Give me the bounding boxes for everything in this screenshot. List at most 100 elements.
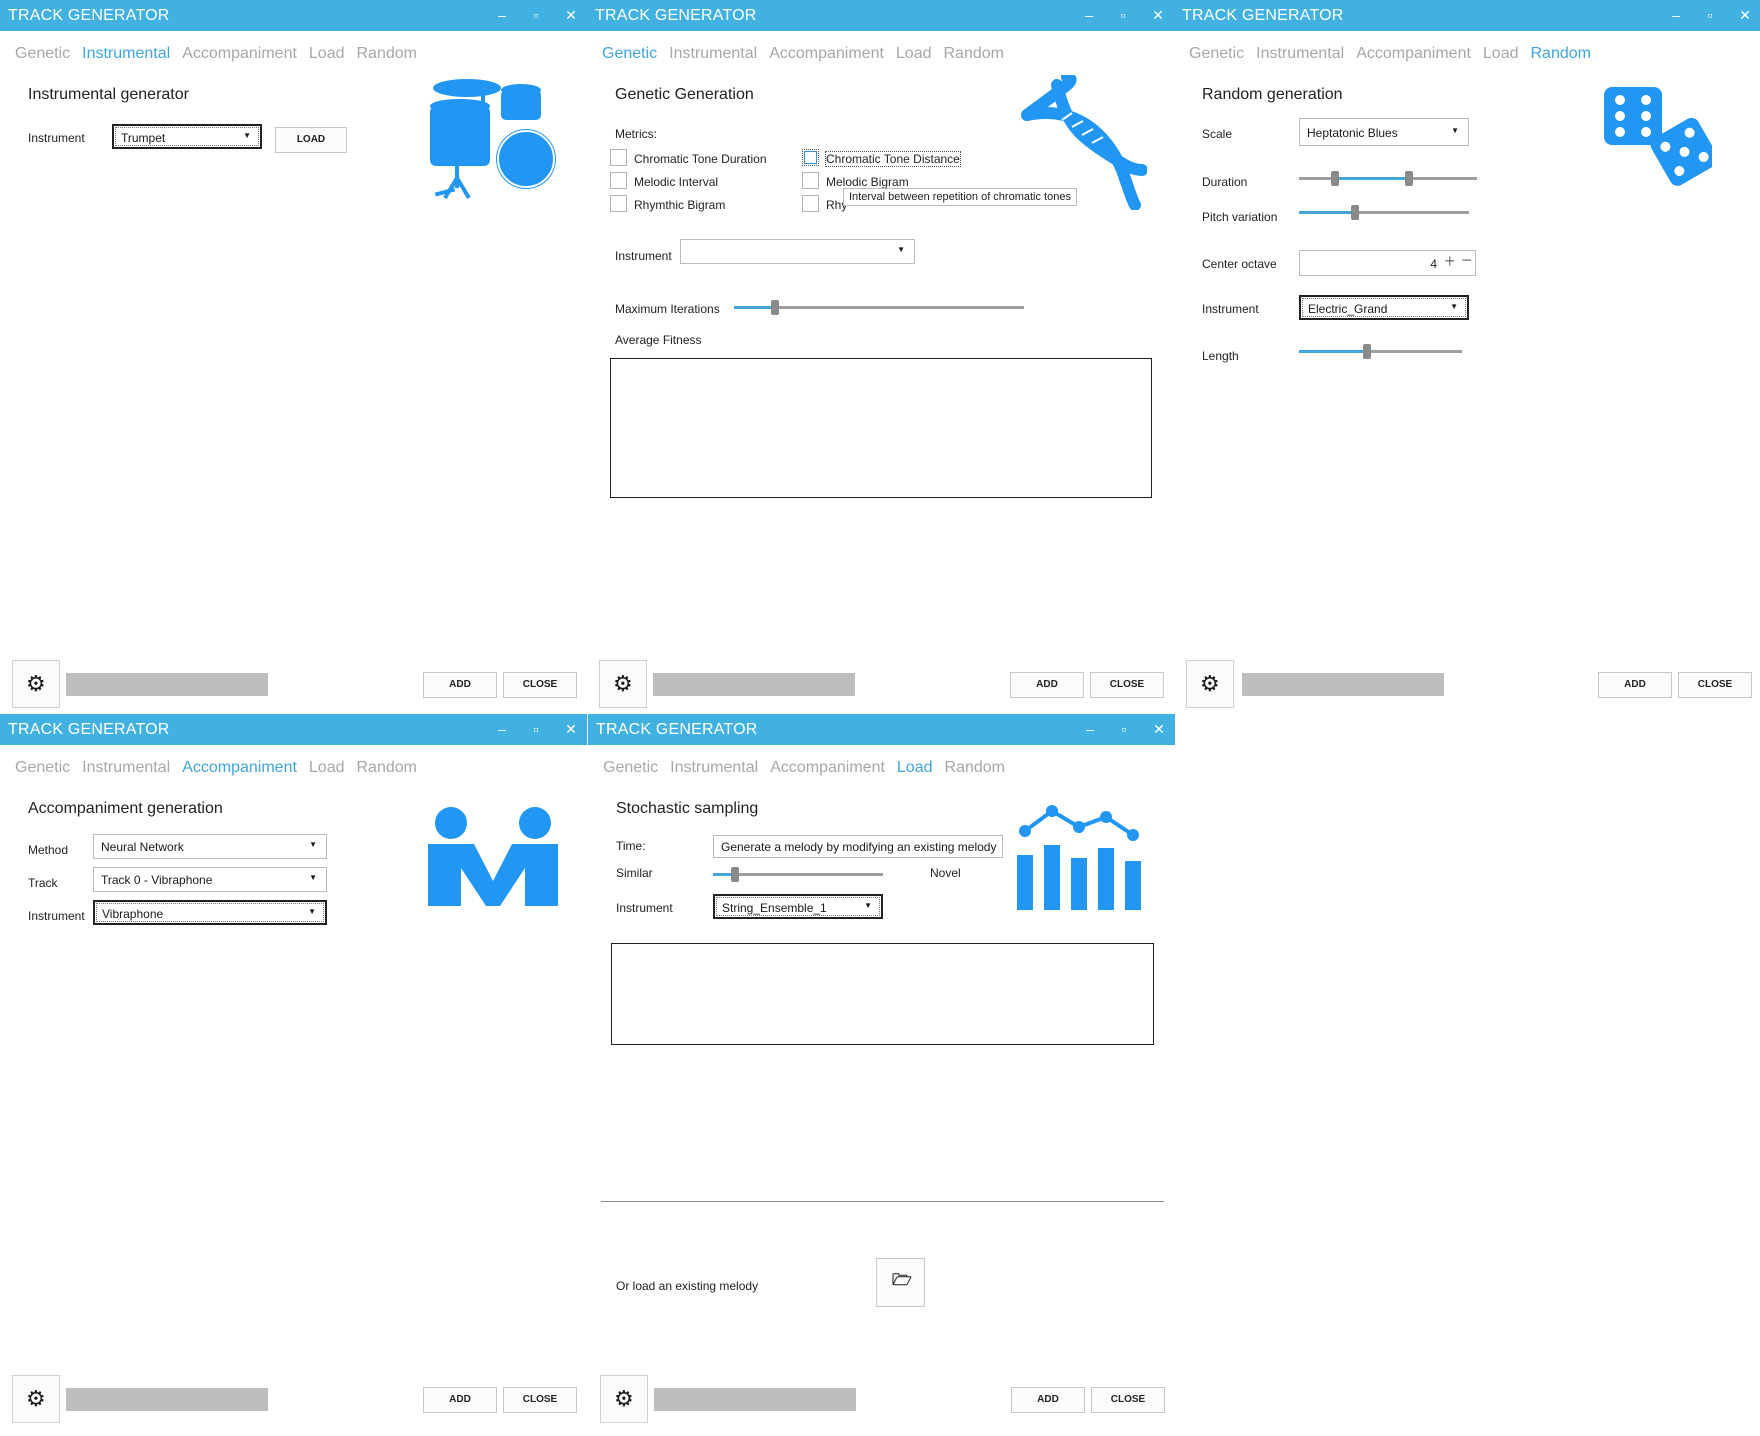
chevron-down-icon: ▼: [243, 131, 251, 140]
tab-instrumental[interactable]: Instrumental: [670, 759, 758, 777]
tab-random[interactable]: Random: [944, 45, 1004, 63]
slider-thumb[interactable]: [771, 300, 779, 315]
add-button[interactable]: ADD: [1010, 672, 1084, 698]
minimize-icon[interactable]: –: [491, 4, 513, 26]
tab-random[interactable]: Random: [357, 45, 417, 63]
tab-load[interactable]: Load: [1483, 45, 1519, 63]
instrument-select[interactable]: Electric_Grand ▼: [1299, 295, 1469, 320]
tab-accompaniment[interactable]: Accompaniment: [1356, 45, 1471, 63]
method-select[interactable]: Neural Network ▼: [93, 834, 327, 859]
load-button[interactable]: LOAD: [275, 127, 347, 153]
settings-button[interactable]: ⚙: [1186, 660, 1234, 708]
add-button[interactable]: ADD: [1598, 672, 1672, 698]
tab-accompaniment[interactable]: Accompaniment: [182, 759, 297, 777]
tab-instrumental[interactable]: Instrumental: [1256, 45, 1344, 63]
metric-checkbox[interactable]: [802, 149, 819, 166]
metric-checkbox[interactable]: [802, 172, 819, 189]
metric-label: Melodic Interval: [634, 175, 719, 189]
maximize-icon[interactable]: ▫: [1112, 4, 1134, 26]
close-button[interactable]: CLOSE: [1090, 672, 1164, 698]
length-slider[interactable]: [1299, 341, 1462, 361]
title-bar[interactable]: TRACK GENERATOR – ▫ ✕: [0, 714, 587, 745]
settings-button[interactable]: ⚙: [599, 660, 647, 708]
instrument-select[interactable]: Trumpet ▼: [112, 124, 262, 149]
title-bar[interactable]: TRACK GENERATOR – ▫ ✕: [0, 0, 587, 31]
scale-select[interactable]: Heptatonic Blues ▼: [1299, 118, 1469, 146]
duration-range-slider[interactable]: [1299, 168, 1477, 188]
metric-checkbox[interactable]: [610, 195, 627, 212]
settings-button[interactable]: ⚙: [12, 1375, 60, 1423]
iterations-slider[interactable]: [734, 297, 1024, 317]
tab-random[interactable]: Random: [945, 759, 1005, 777]
slider-thumb-high[interactable]: [1405, 171, 1413, 186]
close-icon[interactable]: ✕: [1734, 4, 1756, 26]
similarity-slider[interactable]: [713, 864, 883, 884]
instrument-select[interactable]: ▼: [680, 239, 915, 264]
tab-genetic[interactable]: Genetic: [15, 45, 70, 63]
minus-icon[interactable]: −: [1461, 250, 1472, 271]
tab-random[interactable]: Random: [1531, 45, 1591, 63]
tab-load[interactable]: Load: [896, 45, 932, 63]
tab-genetic[interactable]: Genetic: [602, 45, 657, 63]
add-button[interactable]: ADD: [1011, 1387, 1085, 1413]
page-title: Random generation: [1202, 86, 1343, 103]
title-bar[interactable]: TRACK GENERATOR – ▫ ✕: [588, 714, 1175, 745]
tab-genetic[interactable]: Genetic: [603, 759, 658, 777]
chevron-down-icon: ▼: [864, 901, 872, 910]
plus-icon[interactable]: +: [1444, 251, 1455, 272]
tab-load[interactable]: Load: [309, 45, 345, 63]
tab-accompaniment[interactable]: Accompaniment: [770, 759, 885, 777]
people-icon: [428, 807, 558, 906]
maximize-icon[interactable]: ▫: [1699, 4, 1721, 26]
minimize-icon[interactable]: –: [491, 718, 513, 740]
title-bar[interactable]: TRACK GENERATOR – ▫ ✕: [587, 0, 1174, 31]
tab-instrumental[interactable]: Instrumental: [82, 759, 170, 777]
minimize-icon[interactable]: –: [1078, 4, 1100, 26]
close-button[interactable]: CLOSE: [1678, 672, 1752, 698]
close-icon[interactable]: ✕: [560, 718, 582, 740]
window-title: TRACK GENERATOR: [8, 721, 170, 738]
add-button[interactable]: ADD: [423, 672, 497, 698]
instrument-select[interactable]: Vibraphone ▼: [93, 900, 327, 925]
tab-load[interactable]: Load: [897, 759, 933, 777]
metric-checkbox[interactable]: [802, 195, 819, 212]
slider-thumb[interactable]: [731, 867, 739, 882]
track-select[interactable]: Track 0 - Vibraphone ▼: [93, 867, 327, 892]
tab-instrumental[interactable]: Instrumental: [82, 45, 170, 63]
close-button[interactable]: CLOSE: [503, 672, 577, 698]
minimize-icon[interactable]: –: [1079, 718, 1101, 740]
tab-load[interactable]: Load: [309, 759, 345, 777]
add-button[interactable]: ADD: [423, 1387, 497, 1413]
tab-accompaniment[interactable]: Accompaniment: [769, 45, 884, 63]
duration-label: Duration: [1202, 175, 1248, 189]
minimize-icon[interactable]: –: [1665, 4, 1687, 26]
close-button[interactable]: CLOSE: [1091, 1387, 1165, 1413]
pitch-slider[interactable]: [1299, 202, 1469, 222]
slider-thumb-low[interactable]: [1331, 171, 1339, 186]
tab-genetic[interactable]: Genetic: [15, 759, 70, 777]
title-bar[interactable]: TRACK GENERATOR – ▫ ✕: [1174, 0, 1760, 31]
close-icon[interactable]: ✕: [1147, 4, 1169, 26]
open-file-button[interactable]: 🗁: [876, 1258, 925, 1307]
metric-checkbox[interactable]: [610, 172, 627, 189]
instrument-select[interactable]: String_Ensemble_1 ▼: [713, 894, 883, 919]
slider-thumb[interactable]: [1351, 205, 1359, 220]
metric-checkbox[interactable]: [610, 149, 627, 166]
instrument-select-value: Vibraphone: [102, 907, 164, 921]
settings-button[interactable]: ⚙: [12, 660, 60, 708]
close-icon[interactable]: ✕: [560, 4, 582, 26]
or-load-label: Or load an existing melody: [616, 1279, 759, 1293]
maximize-icon[interactable]: ▫: [525, 4, 547, 26]
maximize-icon[interactable]: ▫: [525, 718, 547, 740]
maximize-icon[interactable]: ▫: [1113, 718, 1135, 740]
tab-instrumental[interactable]: Instrumental: [669, 45, 757, 63]
slider-thumb[interactable]: [1363, 344, 1371, 359]
close-button[interactable]: CLOSE: [503, 1387, 577, 1413]
dna-icon: [1021, 75, 1147, 210]
settings-button[interactable]: ⚙: [600, 1375, 648, 1423]
tab-genetic[interactable]: Genetic: [1189, 45, 1244, 63]
tab-random[interactable]: Random: [357, 759, 417, 777]
tab-accompaniment[interactable]: Accompaniment: [182, 45, 297, 63]
octave-stepper[interactable]: 4 + −: [1299, 250, 1476, 276]
close-icon[interactable]: ✕: [1148, 718, 1170, 740]
